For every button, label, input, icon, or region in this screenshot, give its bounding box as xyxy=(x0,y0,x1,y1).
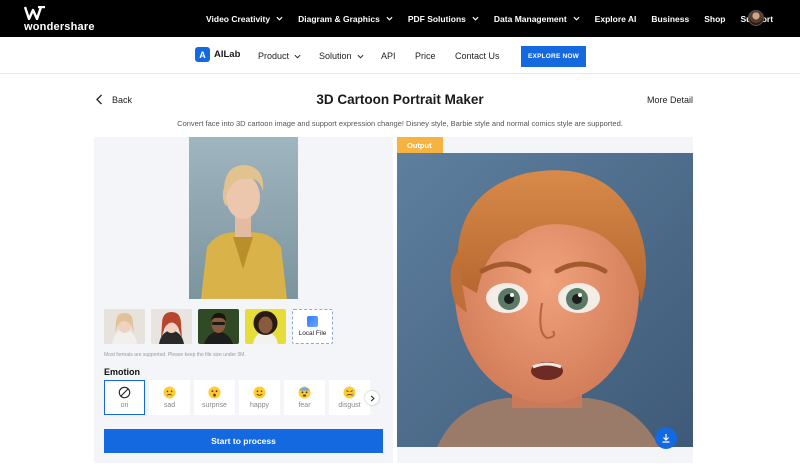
top-navbar: wondershare Video Creativity Diagram & G… xyxy=(0,0,800,37)
emotion-label-text: happy xyxy=(249,402,270,409)
emotion-label-text: fear xyxy=(298,402,311,409)
more-detail-link[interactable]: More Detail xyxy=(647,95,693,105)
solution-menu[interactable]: Solution xyxy=(319,51,364,61)
ailab-logo[interactable]: A AILab xyxy=(195,47,240,62)
download-icon xyxy=(662,434,670,443)
sample-photo[interactable] xyxy=(245,309,286,344)
emotion-next-button[interactable] xyxy=(365,391,379,405)
emotion-label-text: ori xyxy=(120,402,129,409)
emotion-ori[interactable]: ori xyxy=(104,380,145,415)
output-tag: Output xyxy=(397,137,443,153)
emotion-sad[interactable]: sad xyxy=(149,380,190,415)
emotion-fear[interactable]: fear xyxy=(284,380,325,415)
output-panel: Output xyxy=(397,137,693,463)
nav-label: Explore AI xyxy=(594,13,637,24)
local-file-label: Local File xyxy=(298,330,327,337)
nav-data-management[interactable]: Data Management xyxy=(494,14,580,24)
local-file-upload[interactable]: Local File xyxy=(292,309,333,344)
emotion-disgust[interactable]: disgust xyxy=(329,380,370,415)
nav-label: PDF Solutions xyxy=(407,13,466,24)
uploaded-photo xyxy=(189,137,298,299)
product-menu[interactable]: Product xyxy=(258,51,301,61)
chevron-down-icon xyxy=(386,16,393,21)
sample-photo[interactable] xyxy=(198,309,239,344)
nav-label: Data Management xyxy=(493,13,567,24)
emotion-label-text: disgust xyxy=(338,402,361,409)
ailab-nav: A AILab Product Solution API Price Conta… xyxy=(0,37,800,74)
chevron-down-icon xyxy=(276,16,283,21)
contact-link[interactable]: Contact Us xyxy=(455,51,500,61)
main-nav: Video Creativity Diagram & Graphics PDF … xyxy=(206,0,788,37)
sample-photo[interactable] xyxy=(104,309,145,344)
wondershare-logo[interactable]: wondershare xyxy=(24,6,95,33)
sad-emoji-icon xyxy=(163,386,176,399)
nav-label: Business xyxy=(651,13,690,24)
explore-now-button[interactable]: EXPLORE NOW xyxy=(521,46,586,67)
emotion-options: ori sad surprise happy fear disgust xyxy=(104,380,374,415)
emotion-surprise[interactable]: surprise xyxy=(194,380,235,415)
wondershare-logo-icon xyxy=(24,6,45,20)
nav-business[interactable]: Business xyxy=(651,14,689,24)
nav-pdf-solutions[interactable]: PDF Solutions xyxy=(408,14,479,24)
solution-label: Solution xyxy=(319,51,352,61)
sample-photo[interactable] xyxy=(151,309,192,344)
page-subtitle: Convert face into 3D cartoon image and s… xyxy=(177,119,623,128)
nav-diagram-graphics[interactable]: Diagram & Graphics xyxy=(298,14,393,24)
output-image xyxy=(397,153,693,447)
happy-emoji-icon xyxy=(253,386,266,399)
input-panel: Local File Most formats are supported. P… xyxy=(94,137,393,463)
api-link[interactable]: API xyxy=(381,51,396,61)
nav-video-creativity[interactable]: Video Creativity xyxy=(206,14,283,24)
ailab-logo-icon: A xyxy=(195,47,210,62)
none-icon xyxy=(118,386,131,399)
download-button[interactable] xyxy=(655,427,677,449)
chevron-down-icon xyxy=(472,16,479,21)
nav-explore-ai[interactable]: Explore AI xyxy=(595,14,637,24)
ailab-label: AILab xyxy=(214,49,241,60)
product-label: Product xyxy=(258,51,290,61)
fear-emoji-icon xyxy=(298,386,311,399)
price-link[interactable]: Price xyxy=(415,51,436,61)
emotion-label-text: sad xyxy=(163,402,176,409)
surprise-emoji-icon xyxy=(208,386,221,399)
nav-label: Video Creativity xyxy=(206,13,271,24)
emotion-label: Emotion xyxy=(104,367,140,377)
sample-thumbnails: Local File xyxy=(104,309,333,344)
upload-icon xyxy=(307,316,318,327)
upload-note: Most formats are supported. Please keep … xyxy=(104,352,246,358)
chevron-right-icon xyxy=(370,394,375,402)
nav-label: Shop xyxy=(704,13,726,24)
emotion-happy[interactable]: happy xyxy=(239,380,280,415)
disgust-emoji-icon xyxy=(343,386,356,399)
emotion-label-text: surprise xyxy=(202,402,227,409)
start-process-button[interactable]: Start to process xyxy=(104,429,383,453)
brand-name: wondershare xyxy=(24,21,95,33)
nav-label: Diagram & Graphics xyxy=(298,13,380,24)
user-avatar[interactable] xyxy=(748,10,764,26)
nav-shop[interactable]: Shop xyxy=(704,14,725,24)
chevron-down-icon xyxy=(294,54,301,59)
chevron-down-icon xyxy=(573,16,580,21)
chevron-down-icon xyxy=(357,54,364,59)
